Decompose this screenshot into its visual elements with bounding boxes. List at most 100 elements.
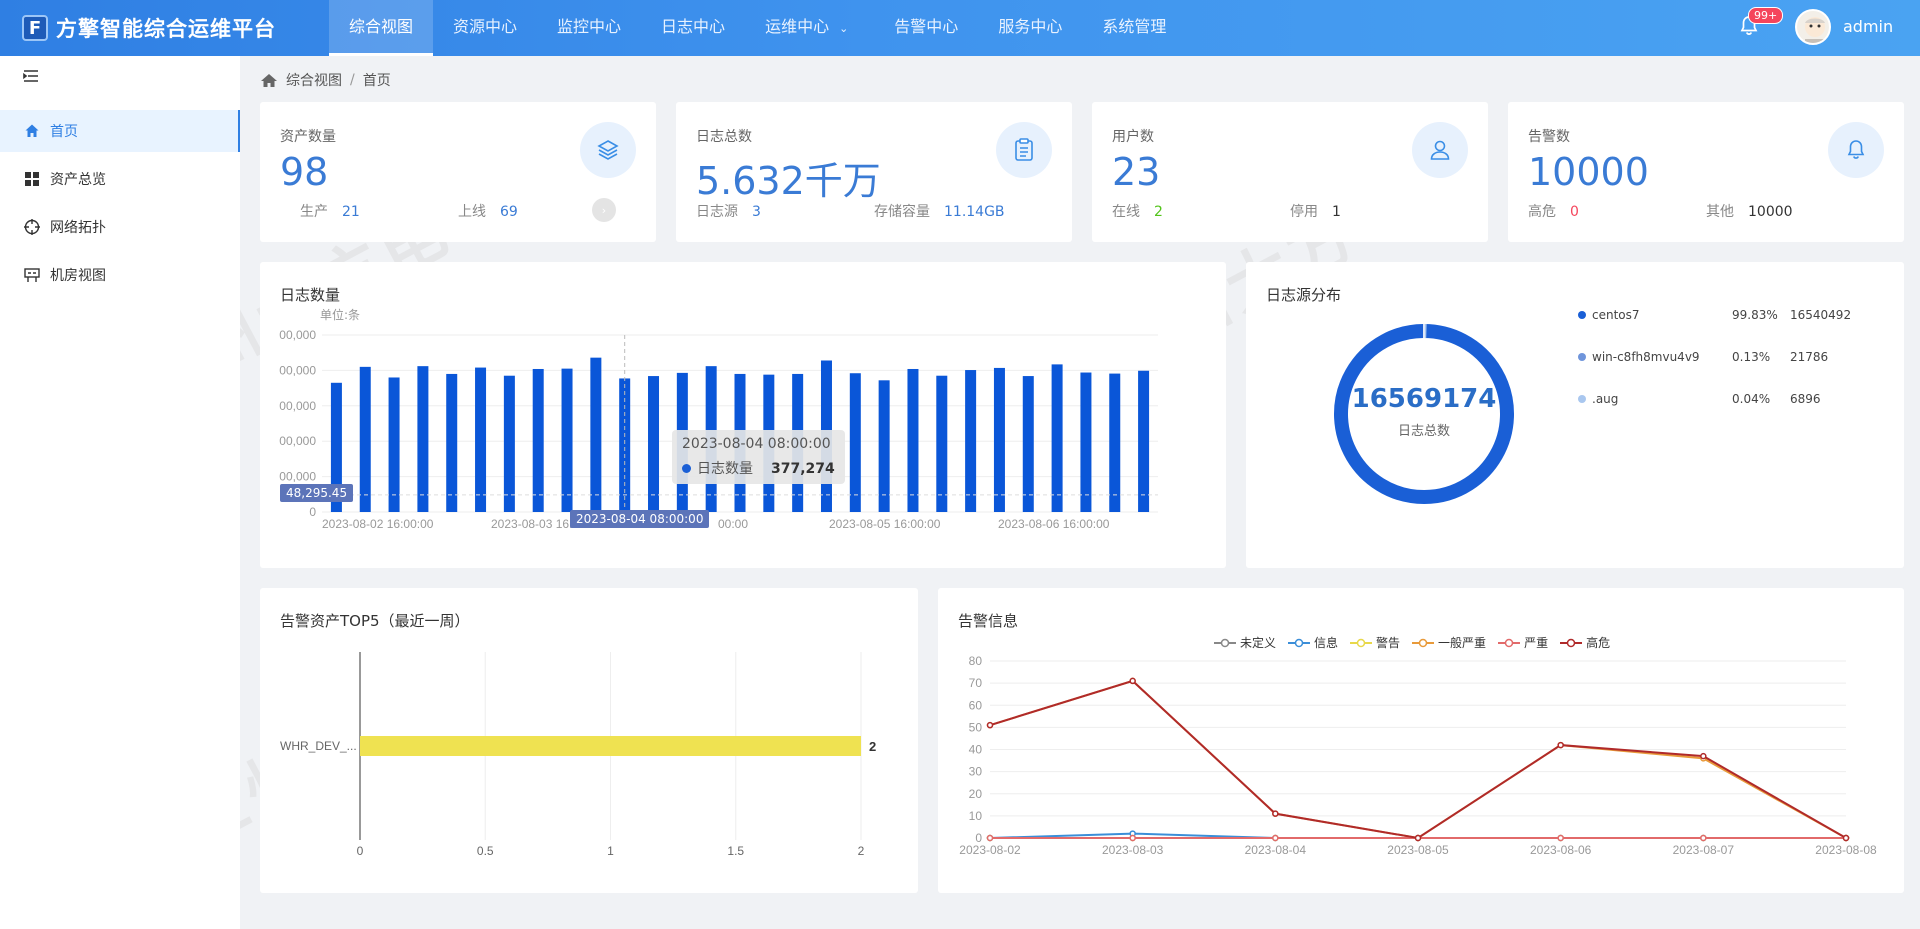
sidebar-item-asset-overview[interactable]: 资产总览 xyxy=(0,158,240,200)
bar xyxy=(388,377,400,512)
stat-sub-disabled-users: 停用 1 xyxy=(1290,204,1341,220)
y-tick-label: 00,000 xyxy=(279,328,316,342)
top-header: F 方擎智能综合运维平台 综合视图 资源中心 监控中心 日志中心 运维中心 ⌄ 告… xyxy=(0,0,1920,56)
app-title: 方擎智能综合运维平台 xyxy=(56,17,276,41)
chevron-right-icon[interactable]: › xyxy=(592,198,616,222)
data-point xyxy=(1272,834,1279,842)
data-point xyxy=(1129,677,1136,685)
sidebar-item-home[interactable]: 首页 xyxy=(0,110,240,152)
alert-info-chart[interactable]: 807060504030201002023-08-02 2023-08-03 202… xyxy=(938,588,1904,893)
stat-label: 日志总数 xyxy=(696,129,752,145)
x-tick-label: 00:00 xyxy=(718,517,748,531)
bar xyxy=(936,375,948,512)
y-axis-pointer-label: 48,295.45 xyxy=(280,484,354,502)
x-tick-label: 2023-08-08 xyxy=(1815,843,1877,857)
menu-collapse-icon[interactable] xyxy=(23,68,39,87)
main-nav: 综合视图 资源中心 监控中心 日志中心 运维中心 ⌄ 告警中心 服务中心 系统管理 xyxy=(329,0,1186,56)
x-tick-label: 0.5 xyxy=(477,844,494,858)
sidebar: 首页 资产总览 网络拓扑 机房视图 xyxy=(0,56,240,929)
log-source-panel: 日志源分布 16569174 日志总数 centos7 99.83% 1654049… xyxy=(1246,262,1904,568)
bar xyxy=(1138,370,1150,512)
username[interactable]: admin xyxy=(1843,17,1893,36)
bar xyxy=(417,366,429,512)
category-label: WHR_DEV_... xyxy=(280,739,357,753)
bar xyxy=(1022,376,1034,512)
stat-label: 告警数 xyxy=(1528,129,1570,145)
user-icon xyxy=(1412,122,1468,178)
sidebar-item-label: 资产总览 xyxy=(50,172,106,188)
x-tick-label: 2023-08-06 16:00:00 xyxy=(998,517,1110,531)
nav-resource-center[interactable]: 资源中心 xyxy=(433,0,537,56)
nav-log-center[interactable]: 日志中心 xyxy=(641,0,745,56)
data-point xyxy=(1700,752,1707,760)
data-label: 2 xyxy=(869,739,876,754)
y-tick-label: 30 xyxy=(969,765,983,779)
y-tick-label: 60 xyxy=(969,698,983,712)
bar xyxy=(590,357,602,512)
brand[interactable]: F 方擎智能综合运维平台 xyxy=(22,0,276,56)
data-point xyxy=(986,834,994,842)
avatar[interactable] xyxy=(1795,9,1831,45)
stat-value: 10000 xyxy=(1528,150,1649,194)
bar xyxy=(532,368,544,512)
data-point xyxy=(1557,834,1564,842)
y-tick-label: 00,000 xyxy=(279,434,316,448)
target-icon xyxy=(24,219,40,235)
log-total-card: 日志总数 5.632千万 日志源 3 存储容量 11.14GB xyxy=(676,102,1072,242)
stat-sub-other: 其他 10000 xyxy=(1706,204,1793,220)
stat-value: 98 xyxy=(280,150,329,194)
x-tick-label: 2023-08-02 16:00:00 xyxy=(322,517,434,531)
nav-system-admin[interactable]: 系统管理 xyxy=(1082,0,1186,56)
y-tick-label: 00,000 xyxy=(279,470,316,484)
bar xyxy=(475,367,487,512)
breadcrumb-current: 首页 xyxy=(362,73,391,89)
y-tick-label: 40 xyxy=(969,743,983,757)
sidebar-item-network-topology[interactable]: 网络拓扑 xyxy=(0,206,240,248)
x-tick-label: 2 xyxy=(858,844,865,858)
bell-icon xyxy=(1828,122,1884,178)
nav-monitor-center[interactable]: 监控中心 xyxy=(537,0,641,56)
y-tick-label: 00,000 xyxy=(279,399,316,413)
stat-sub-high-risk: 高危 0 xyxy=(1528,204,1579,220)
donut-total: 16569174 xyxy=(1351,384,1497,414)
log-count-chart[interactable]: 00,000 00,000 00,000 00,000 00,000 0 2023-08-0… xyxy=(260,262,1226,568)
alert-count-card: 告警数 10000 高危 0 其他 10000 xyxy=(1508,102,1904,242)
nav-service-center[interactable]: 服务中心 xyxy=(978,0,1082,56)
chart-tooltip: 2023-08-04 08:00:00 日志数量 377,274 xyxy=(672,430,845,484)
bar xyxy=(360,736,861,756)
x-tick-label: 1 xyxy=(607,844,614,858)
notification-badge: 99+ xyxy=(1748,7,1784,24)
x-tick-label: 2023-08-05 xyxy=(1387,843,1449,857)
alert-top5-panel: 告警资产TOP5（最近一周） 0 0.5 1 1.5 2 WHR_DEV_... 2 xyxy=(260,588,918,893)
alert-top5-chart[interactable]: 0 0.5 1 1.5 2 WHR_DEV_... 2 xyxy=(260,588,918,893)
stat-sub-storage: 存储容量 11.14GB xyxy=(874,204,1005,220)
bar xyxy=(849,373,861,512)
data-point xyxy=(986,721,994,729)
data-point xyxy=(1557,741,1564,749)
data-point xyxy=(1842,834,1850,842)
bar xyxy=(446,373,458,512)
stat-sub-online-users: 在线 2 xyxy=(1112,204,1163,220)
legend-item[interactable]: win-c8fh8mvu4v9 0.13% 21786 xyxy=(1578,350,1828,364)
bar xyxy=(359,366,371,512)
legend-item[interactable]: centos7 99.83% 16540492 xyxy=(1578,308,1851,322)
breadcrumb: 综合视图 / 首页 xyxy=(260,70,391,90)
sidebar-item-room-view[interactable]: 机房视图 xyxy=(0,254,240,296)
x-tick-label: 2023-08-05 16:00:00 xyxy=(829,517,941,531)
bar xyxy=(993,367,1005,512)
x-tick-label: 2023-08-06 xyxy=(1530,843,1592,857)
nav-ops-center[interactable]: 运维中心 ⌄ xyxy=(745,0,874,56)
asset-count-card: 资产数量 98 生产 21 上线 69 › xyxy=(260,102,656,242)
series-line xyxy=(989,679,1847,840)
x-tick-label: 2023-08-07 xyxy=(1673,843,1735,857)
nav-overview[interactable]: 综合视图 xyxy=(329,0,434,56)
layers-icon xyxy=(580,122,636,178)
nav-alert-center[interactable]: 告警中心 xyxy=(874,0,978,56)
y-tick-label: 10 xyxy=(969,809,983,823)
log-count-panel: 日志数量 单位:条 00,000 00,000 00,000 00,000 00,000… xyxy=(260,262,1226,568)
legend-item[interactable]: .aug 0.04% 6896 xyxy=(1578,392,1821,406)
breadcrumb-parent[interactable]: 综合视图 xyxy=(286,70,342,90)
data-point xyxy=(1700,834,1707,842)
tooltip-time: 2023-08-04 08:00:00 xyxy=(682,436,831,452)
breadcrumb-separator: / xyxy=(350,72,355,88)
